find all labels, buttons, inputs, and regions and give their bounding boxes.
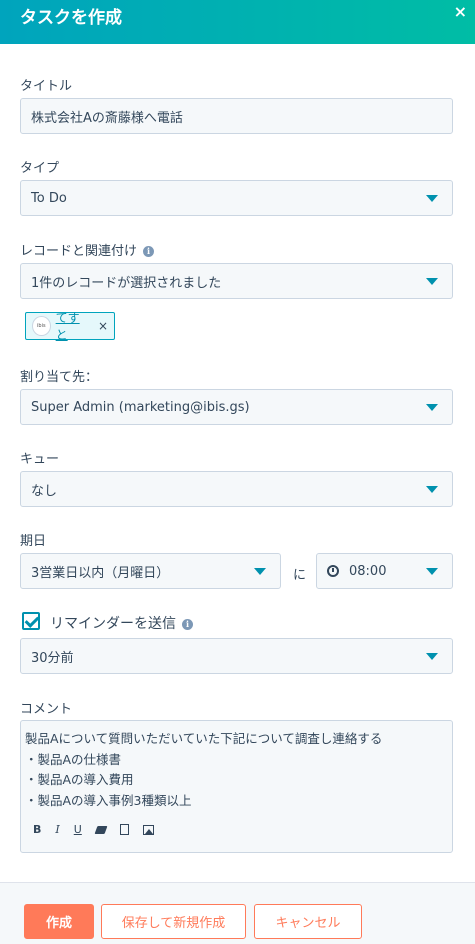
- dialog-title: タスクを作成: [20, 7, 122, 28]
- reminder-label-text: リマインダーを送信: [50, 616, 176, 632]
- reminder-select-value: 30分前: [31, 650, 74, 666]
- record-chip-link[interactable]: てすと: [56, 309, 89, 343]
- due-time-select[interactable]: 08:00: [316, 553, 453, 589]
- cancel-button[interactable]: キャンセル: [254, 904, 362, 939]
- company-logo-icon: ibis: [32, 316, 51, 336]
- title-input-value: 株式会社Aの斎藤様へ電話: [31, 110, 183, 126]
- info-icon[interactable]: i: [143, 246, 155, 257]
- comment-line: ・製品Aの導入費用: [25, 772, 134, 787]
- bold-button[interactable]: B: [33, 820, 41, 841]
- clear-format-icon[interactable]: [94, 825, 108, 834]
- alarm-clock-icon: [327, 565, 339, 577]
- chevron-down-icon: [426, 404, 438, 411]
- due-connector: に: [293, 568, 307, 583]
- assign-select[interactable]: Super Admin (marketing@ibis.gs): [20, 389, 453, 425]
- comment-editor[interactable]: 製品Aについて質問いただいていた下記について調査し連絡する ・製品Aの仕様書 ・…: [20, 720, 453, 853]
- due-time-value: 08:00: [349, 563, 387, 579]
- italic-button[interactable]: I: [55, 820, 59, 841]
- chevron-down-icon: [254, 568, 266, 575]
- comment-line: 製品Aについて質問いただいていた下記について調査し連絡する: [25, 731, 383, 746]
- reminder-label: リマインダーを送信 i: [50, 613, 193, 633]
- type-label: タイプ: [20, 161, 60, 176]
- comment-line: ・製品Aの導入事例3種類以上: [25, 792, 192, 808]
- type-select[interactable]: To Do: [20, 180, 453, 216]
- record-chip[interactable]: ibis てすと ×: [25, 309, 115, 343]
- underline-button[interactable]: U: [74, 820, 82, 841]
- record-label: レコードと関連付け i: [20, 240, 155, 259]
- record-select-value: 1件のレコードが選択されました: [31, 275, 222, 291]
- create-button[interactable]: 作成: [24, 904, 94, 939]
- queue-select[interactable]: なし: [20, 471, 453, 507]
- comment-label: コメント: [20, 702, 73, 717]
- title-label: タイトル: [20, 79, 73, 94]
- reminder-checkbox[interactable]: [22, 612, 40, 630]
- comment-line: ・製品Aの仕様書: [25, 751, 122, 767]
- chevron-down-icon: [426, 278, 438, 285]
- assign-select-value: Super Admin (marketing@ibis.gs): [31, 399, 250, 415]
- chevron-down-icon: [426, 195, 438, 202]
- record-select[interactable]: 1件のレコードが選択されました: [20, 263, 453, 299]
- chevron-down-icon: [426, 486, 438, 493]
- close-icon[interactable]: ×: [454, 2, 467, 21]
- info-icon[interactable]: i: [182, 619, 193, 630]
- remove-chip-icon[interactable]: ×: [98, 319, 108, 333]
- dialog-header: タスクを作成 ×: [0, 0, 475, 44]
- title-input[interactable]: 株式会社Aの斎藤様へ電話: [20, 98, 453, 134]
- chevron-down-icon: [426, 653, 438, 660]
- snippet-icon[interactable]: [119, 824, 129, 836]
- due-label: 期日: [20, 534, 47, 549]
- queue-select-value: なし: [31, 483, 58, 499]
- editor-toolbar: B I U: [33, 820, 154, 841]
- record-label-text: レコードと関連付け: [20, 244, 138, 259]
- save-and-new-button[interactable]: 保存して新規作成: [101, 904, 246, 939]
- chevron-down-icon: [426, 568, 438, 575]
- dialog-footer: 作成 保存して新規作成 キャンセル: [0, 882, 475, 944]
- due-date-value: 3営業日以内（月曜日）: [31, 565, 170, 581]
- insert-image-icon[interactable]: [142, 824, 154, 835]
- queue-label: キュー: [20, 452, 60, 467]
- reminder-select[interactable]: 30分前: [20, 638, 453, 674]
- due-date-select[interactable]: 3営業日以内（月曜日）: [20, 553, 281, 589]
- type-select-value: To Do: [31, 190, 67, 206]
- assign-label: 割り当て先：: [20, 370, 99, 385]
